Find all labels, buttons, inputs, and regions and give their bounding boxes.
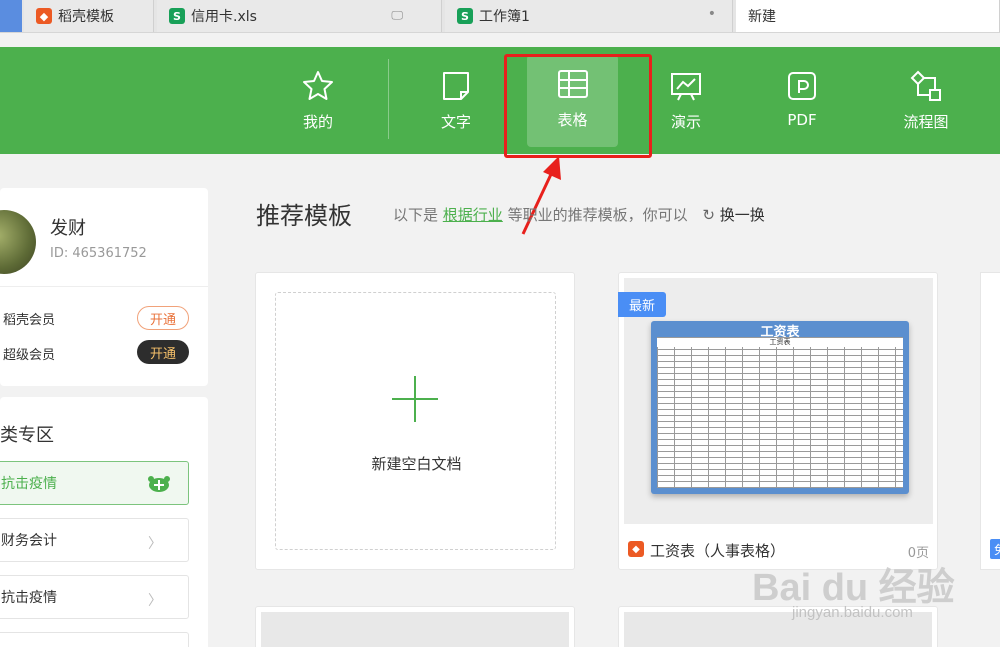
user-id: ID: 465361752 [50, 246, 147, 261]
subtitle-prefix: 以下是 [393, 206, 439, 224]
tab-workbook1[interactable]: S 工作簿1 • [445, 0, 733, 32]
tab-new[interactable]: 新建 [736, 0, 1000, 32]
category-title: 类专区 [0, 425, 54, 446]
document-icon [443, 72, 469, 100]
template-card-salary[interactable]: 工资表 工资表 最新 ◆ 工资表（人事表格） 0页 [618, 272, 938, 570]
baidu-watermark-url: jingyan.baidu.com [792, 604, 913, 621]
monitor-icon: 🖵 [391, 8, 403, 22]
sheet-grid: 工资表 [657, 337, 903, 488]
sheet-icon: S [169, 8, 185, 24]
refresh-icon: ↻ [702, 206, 715, 224]
plus-icon-vertical [414, 376, 416, 422]
tab-docer-templates[interactable]: ◆ 稻壳模板 [24, 0, 154, 32]
category-item-epidemic[interactable]: 抗击疫情 [0, 461, 189, 505]
category-card: 类专区 抗击疫情 财务会计 〉 抗击疫情 〉 [0, 397, 208, 647]
tab-label: 工作簿1 [479, 9, 530, 25]
unsaved-dot-icon: • [707, 6, 716, 22]
nav-label: PDF [787, 111, 817, 129]
tab-label: 稻壳模板 [58, 9, 114, 25]
free-badge: 免 [990, 539, 1000, 559]
subtitle-suffix: 等职业的推荐模板，你可以 [507, 206, 688, 224]
template-thumbnail[interactable]: 工资表 工资表 [624, 278, 933, 524]
baidu-watermark: Bai du 经验 [752, 567, 955, 609]
category-label: 抗击疫情 [1, 476, 57, 492]
nav-item-writer[interactable]: 文字 [410, 57, 502, 147]
refresh-button[interactable]: ↻ 换一换 [702, 206, 764, 224]
tab-label: 信用卡.xls [191, 9, 257, 25]
nav-item-flowchart[interactable]: 流程图 [880, 57, 972, 147]
avatar[interactable] [0, 210, 36, 274]
sheet-icon: S [457, 8, 473, 24]
category-item-epidemic-2[interactable]: 抗击疫情 〉 [0, 575, 189, 619]
industry-link[interactable]: 根据行业 [443, 206, 503, 224]
nav-item-mine[interactable]: 我的 [272, 57, 364, 147]
category-item-finance[interactable]: 财务会计 〉 [0, 518, 189, 562]
presentation-icon [671, 73, 701, 101]
category-label: 抗击疫情 [1, 590, 57, 606]
divider [0, 286, 208, 287]
nav-label: 演示 [670, 113, 701, 131]
new-badge: 最新 [618, 292, 666, 317]
category-item-partial[interactable] [0, 632, 189, 647]
nav-label: 文字 [440, 113, 471, 131]
sheet-subtitle: 工资表 [657, 338, 903, 347]
template-card-row2-1[interactable] [255, 606, 575, 647]
super-member-open-button[interactable]: 开通 [137, 340, 189, 364]
flowchart-icon [910, 70, 941, 101]
tab-left-stub[interactable] [0, 0, 22, 32]
annotation-arrow-icon [521, 156, 561, 235]
nav-item-presentation[interactable]: 演示 [640, 57, 732, 147]
star-icon [303, 71, 333, 100]
nav-item-pdf[interactable]: PDF [756, 57, 848, 147]
spreadsheet-preview: 工资表 工资表 [651, 321, 909, 494]
refresh-label: 换一换 [719, 206, 765, 224]
new-blank-label: 新建空白文档 [371, 455, 462, 473]
docer-icon: ◆ [36, 8, 52, 24]
highlight-box [504, 54, 652, 158]
user-card: 发财 ID: 465361752 稻壳会员 开通 超级会员 开通 [0, 188, 208, 386]
app-type-nav: 我的 文字 表格 演示 PDF 流程图 [0, 47, 1000, 154]
nav-divider [388, 59, 389, 139]
user-name: 发财 [50, 218, 86, 239]
pdf-icon [788, 72, 816, 100]
tab-label: 新建 [748, 9, 776, 25]
chevron-right-icon: 〉 [148, 536, 162, 552]
section-subtitle: 以下是 根据行业 等职业的推荐模板，你可以 ↻ 换一换 [393, 204, 765, 225]
new-blank-document-card[interactable]: 新建空白文档 [255, 272, 575, 570]
membership-docer-label: 稻壳会员 [3, 313, 56, 328]
category-label: 财务会计 [1, 533, 57, 549]
tab-credit-card-xls[interactable]: S 信用卡.xls 🖵 [157, 0, 442, 32]
membership-super-label: 超级会员 [3, 348, 56, 363]
chevron-right-icon: 〉 [148, 593, 162, 609]
docer-icon: ◆ [628, 541, 644, 557]
nav-label: 流程图 [903, 113, 949, 131]
docer-member-open-button[interactable]: 开通 [137, 306, 189, 330]
page-title: 推荐模板 [256, 202, 352, 230]
nav-label: 我的 [302, 113, 333, 131]
mask-cross-icon [148, 476, 170, 492]
template-card-partial[interactable]: 免 [980, 272, 1000, 570]
blank-dropzone: 新建空白文档 [275, 292, 556, 550]
tab-bar: ◆ 稻壳模板 S 信用卡.xls 🖵 S 工作簿1 • 新建 [0, 0, 1000, 33]
template-thumbnail [261, 612, 569, 647]
